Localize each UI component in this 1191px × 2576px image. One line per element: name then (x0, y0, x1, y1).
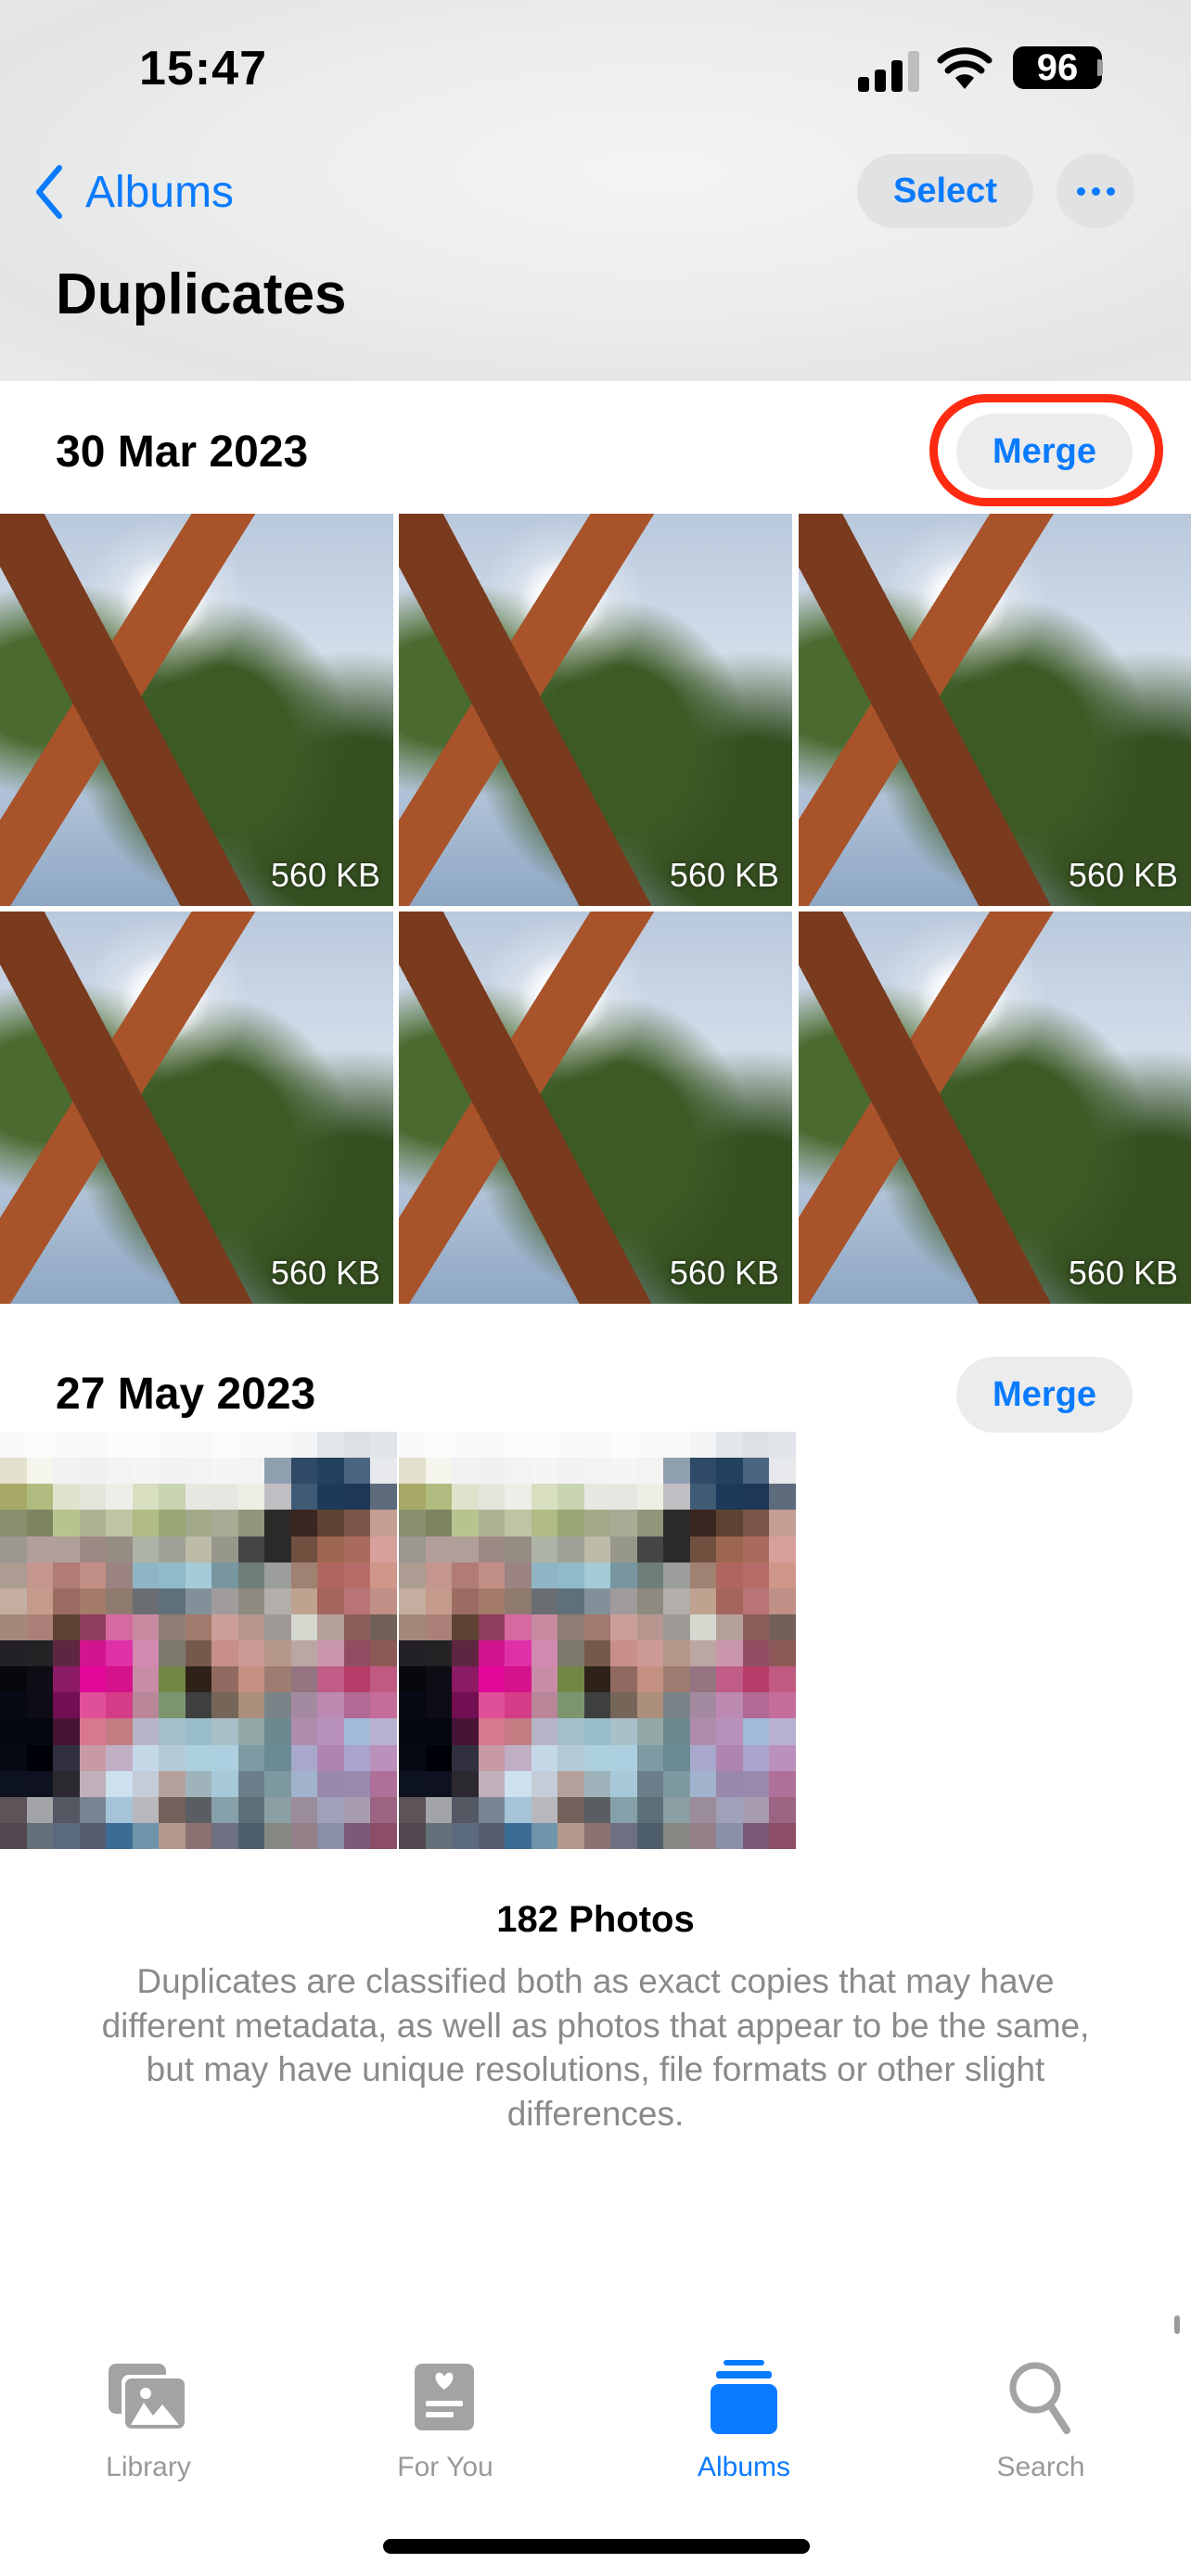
tab-search[interactable]: Search (948, 2355, 1133, 2483)
battery-icon: 96 (1013, 46, 1102, 89)
photo-count: 182 Photos (496, 1899, 695, 1940)
ellipsis-icon (1076, 186, 1115, 196)
for-you-icon (352, 2355, 538, 2439)
select-button[interactable]: Select (857, 154, 1033, 228)
merge-button[interactable]: Merge (956, 1357, 1133, 1433)
more-button[interactable] (1057, 154, 1134, 228)
photo-thumbnail[interactable]: 560 KB (399, 912, 792, 1304)
highlight-annotation (929, 394, 1163, 506)
battery-tip (1097, 59, 1103, 76)
back-label: Albums (85, 167, 235, 217)
photo-thumbnail[interactable]: 560 KB (799, 912, 1191, 1304)
photo-thumbnail[interactable]: 560 KB (0, 514, 393, 906)
photo-thumbnail[interactable] (0, 1432, 397, 1849)
tab-label: Search (996, 2452, 1085, 2482)
photo-thumbnail[interactable]: 560 KB (0, 912, 393, 1304)
chevron-left-icon (36, 165, 62, 219)
file-size-label: 560 KB (270, 1254, 380, 1292)
file-size-label: 560 KB (669, 1254, 779, 1292)
file-size-label: 560 KB (1068, 1254, 1178, 1292)
photo-thumbnail[interactable] (399, 1432, 796, 1849)
back-button[interactable]: Albums (33, 159, 234, 224)
tab-library[interactable]: Library (56, 2355, 241, 2483)
page-title: Duplicates (56, 262, 347, 326)
file-size-label: 560 KB (1068, 856, 1178, 894)
status-time: 15:47 (139, 42, 267, 96)
wifi-icon (937, 46, 992, 91)
section-date: 30 Mar 2023 (56, 427, 309, 477)
tab-label: Library (106, 2452, 191, 2482)
photo-thumbnail[interactable]: 560 KB (399, 514, 792, 906)
albums-icon (651, 2355, 837, 2439)
duplicates-description: Duplicates are classified both as exact … (101, 1962, 1090, 2133)
section-date: 27 May 2023 (56, 1370, 316, 1419)
search-icon (948, 2355, 1133, 2439)
tab-for-you[interactable]: For You (352, 2355, 538, 2483)
home-indicator[interactable] (383, 2539, 810, 2554)
tab-label: For You (397, 2452, 493, 2482)
photo-library-icon (56, 2355, 241, 2439)
photo-thumbnail[interactable]: 560 KB (799, 514, 1191, 906)
file-size-label: 560 KB (669, 856, 779, 894)
tab-label: Albums (697, 2452, 791, 2482)
file-size-label: 560 KB (270, 856, 380, 894)
tab-albums[interactable]: Albums (651, 2355, 837, 2483)
scrollbar[interactable] (1174, 2315, 1180, 2334)
cellular-signal-icon (858, 49, 921, 92)
